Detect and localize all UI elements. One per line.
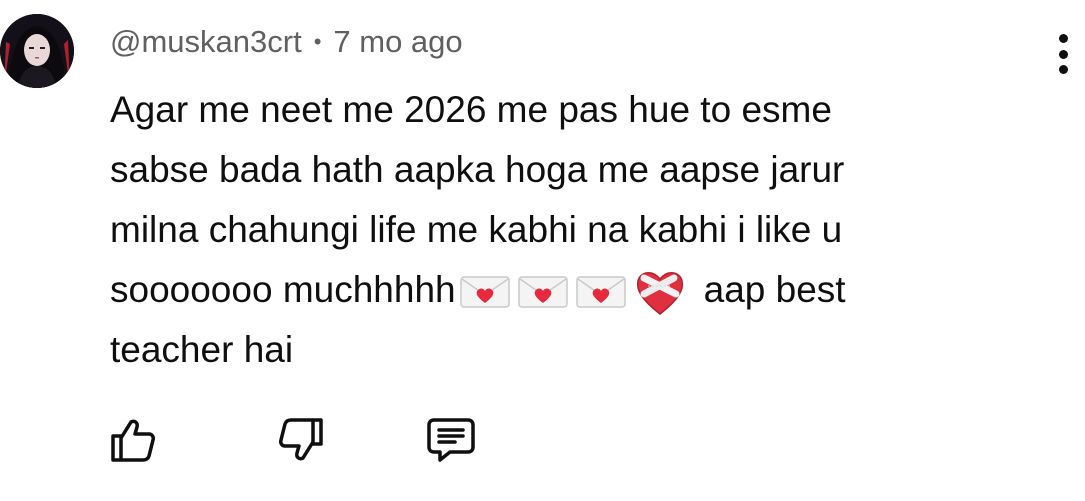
author-name[interactable]: @muskan3crt <box>110 24 302 60</box>
comment-line: sabse bada hath aapka hoga me aapse jaru… <box>110 149 845 190</box>
avatar-image <box>0 14 74 88</box>
more-options-button[interactable] <box>1048 34 1078 74</box>
comment-line-segment: sooooooo muchhhhh <box>110 269 456 310</box>
meta-separator: • <box>313 29 322 54</box>
thumbs-up-icon <box>111 419 155 462</box>
like-button[interactable] <box>108 415 158 465</box>
mending-heart-icon <box>636 272 683 316</box>
comment-actions <box>108 412 476 468</box>
love-letter-icon <box>459 276 510 308</box>
love-letter-icon <box>575 276 626 308</box>
thumbs-down-icon <box>279 418 323 461</box>
love-letter-icon <box>517 276 568 308</box>
dislike-button[interactable] <box>276 415 326 465</box>
kebab-dot-icon <box>1058 49 1068 59</box>
comment-line-segment: aap best <box>703 269 846 310</box>
comment-item: @muskan3crt • 7 mo ago Agar me neet me 2… <box>0 0 1085 501</box>
reply-button[interactable] <box>426 415 476 465</box>
comment-meta: @muskan3crt • 7 mo ago <box>110 22 463 62</box>
avatar[interactable] <box>0 14 74 88</box>
comment-line-with-emoji: sooooooo muchhhhh aap best <box>110 260 1010 320</box>
comment-line: Agar me neet me 2026 me pas hue to esme <box>110 89 832 130</box>
comment-line: teacher hai <box>110 329 294 370</box>
comment-text: Agar me neet me 2026 me pas hue to esme … <box>110 80 1010 380</box>
kebab-dot-icon <box>1058 65 1068 74</box>
emoji-group <box>459 268 698 316</box>
reply-icon <box>427 418 475 462</box>
kebab-dot-icon <box>1058 34 1068 43</box>
comment-timestamp[interactable]: 7 mo ago <box>333 24 462 60</box>
comment-line: milna chahungi life me kabhi na kabhi i … <box>110 209 843 250</box>
